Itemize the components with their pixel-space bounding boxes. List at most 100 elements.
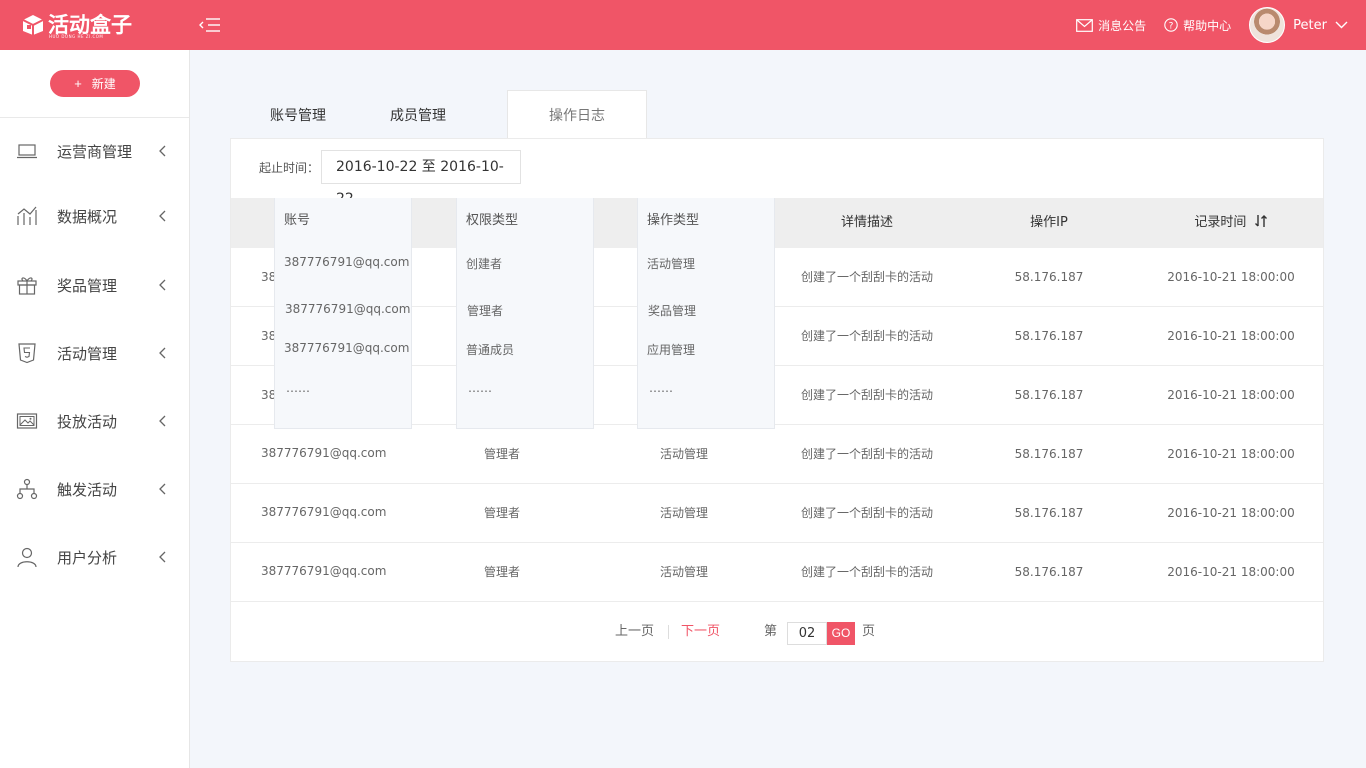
dropdown-option[interactable]: …… (468, 381, 492, 395)
page-suffix: 页 (862, 624, 876, 639)
image-icon (16, 413, 38, 429)
sidebar-item-activities[interactable]: 活动管理 (0, 333, 190, 373)
html5-icon (18, 343, 36, 364)
cell-role: 管理者 (483, 447, 520, 461)
cell-description: 创建了一个刮刮卡的活动 (800, 565, 933, 579)
logo-subtext: HUO DONG HE ZI.COM (49, 34, 104, 39)
cell-operation: 活动管理 (659, 565, 708, 579)
dropdown-option[interactable]: 创建者 (466, 255, 502, 272)
avatar[interactable] (1249, 7, 1286, 43)
plus-icon: + (74, 76, 82, 91)
dropdown-option[interactable]: 管理者 (467, 302, 503, 319)
dropdown-option[interactable]: 387776791@qq.com (284, 341, 409, 355)
cell-ip: 58.176.187 (1014, 329, 1084, 343)
column-header-time[interactable]: 记录时间 (1139, 198, 1323, 248)
chevron-left-icon (159, 210, 166, 222)
sidebar-item-label: 活动管理 (57, 344, 118, 363)
table-row[interactable]: 387776791@qq.com 管理者 活动管理 创建了一个刮刮卡的活动 58… (231, 484, 1323, 543)
sidebar: + 新建 运营商管理 数据概况 奖品管理 活动管理 投放活动 触发活动 用户分析 (0, 50, 190, 768)
role-filter-dropdown: 权限类型 创建者 管理者 普通成员 …… (456, 198, 594, 429)
cell-account: 387776791@qq.com (261, 564, 387, 578)
help-icon: ? (1164, 18, 1178, 32)
chevron-down-icon[interactable] (1335, 21, 1348, 29)
sidebar-item-data[interactable]: 数据概况 (0, 196, 190, 236)
dropdown-header[interactable]: 操作类型 (647, 198, 699, 243)
sidebar-item-users[interactable]: 用户分析 (0, 537, 190, 577)
table-row[interactable]: 387776791@qq.com 管理者 活动管理 创建了一个刮刮卡的活动 58… (231, 425, 1323, 484)
dropdown-option[interactable]: 387776791@qq.com (285, 302, 410, 316)
cell-account: 387776791@qq.com (261, 505, 387, 519)
date-range-input[interactable]: 2016-10-22 至 2016-10-22 (321, 150, 521, 207)
prev-page-button[interactable]: 上一页 (615, 603, 654, 661)
dropdown-option[interactable]: …… (649, 381, 673, 395)
cell-time: 2016-10-21 18:00:00 (1167, 506, 1295, 520)
user-name[interactable]: Peter (1293, 18, 1327, 33)
sidebar-item-trigger[interactable]: 触发活动 (0, 469, 190, 509)
page-prefix: 第 (764, 624, 778, 639)
cell-description: 创建了一个刮刮卡的活动 (800, 447, 933, 461)
cell-role: 管理者 (483, 565, 520, 579)
date-range-label: 起止时间： (259, 161, 320, 175)
account-filter-dropdown: 账号 387776791@qq.com 387776791@qq.com 387… (274, 198, 412, 429)
page-number-input[interactable]: 02 (787, 622, 827, 645)
sidebar-item-label: 运营商管理 (57, 142, 133, 161)
dropdown-option[interactable]: 活动管理 (647, 255, 695, 272)
table-row[interactable]: 387776791@qq.com 管理者 活动管理 创建了一个刮刮卡的活动 58… (231, 543, 1323, 602)
dropdown-header[interactable]: 账号 (284, 198, 310, 243)
dropdown-option[interactable]: 应用管理 (647, 341, 695, 358)
network-icon (16, 478, 38, 500)
cell-time: 2016-10-21 18:00:00 (1167, 447, 1295, 461)
cell-time: 2016-10-21 18:00:00 (1167, 388, 1295, 402)
cell-account: 387776791@qq.com (261, 446, 387, 460)
cell-ip: 58.176.187 (1014, 565, 1084, 579)
user-icon (17, 547, 37, 568)
menu-collapse-icon[interactable] (199, 17, 221, 33)
tab-account-management[interactable]: 账号管理 (258, 90, 338, 139)
go-button[interactable]: GO (827, 622, 855, 645)
cell-time: 2016-10-21 18:00:00 (1167, 270, 1295, 284)
sidebar-item-launch[interactable]: 投放活动 (0, 401, 190, 441)
dropdown-option[interactable]: …… (286, 381, 310, 395)
tab-operation-log[interactable]: 操作日志 (507, 90, 647, 139)
sidebar-item-label: 用户分析 (57, 548, 118, 567)
new-button[interactable]: + 新建 (50, 70, 140, 97)
cell-description: 创建了一个刮刮卡的活动 (800, 329, 933, 343)
dropdown-option[interactable]: 奖品管理 (648, 302, 696, 319)
sidebar-item-operators[interactable]: 运营商管理 (0, 131, 190, 171)
cell-operation: 活动管理 (659, 447, 708, 461)
chevron-left-icon (159, 347, 166, 359)
envelope-icon (1076, 18, 1094, 32)
sidebar-item-prizes[interactable]: 奖品管理 (0, 265, 190, 305)
cell-ip: 58.176.187 (1014, 270, 1084, 284)
cell-time: 2016-10-21 18:00:00 (1167, 565, 1295, 579)
sort-icon[interactable] (1254, 215, 1268, 227)
new-button-label: 新建 (91, 77, 116, 91)
chevron-left-icon (159, 483, 166, 495)
operation-filter-dropdown: 操作类型 活动管理 奖品管理 应用管理 …… (637, 198, 775, 429)
sidebar-item-label: 数据概况 (57, 207, 118, 226)
cell-description: 创建了一个刮刮卡的活动 (800, 388, 933, 402)
column-header-ip: 操作IP (1030, 215, 1068, 230)
messages-link[interactable]: 消息公告 (1076, 17, 1146, 34)
dropdown-option[interactable]: 普通成员 (466, 341, 514, 358)
dropdown-header[interactable]: 权限类型 (466, 198, 518, 243)
tab-member-management[interactable]: 成员管理 (378, 90, 458, 139)
top-bar: 活动盒子 HUO DONG HE ZI.COM 消息公告 ? 帮助中心 Pete… (0, 0, 1366, 50)
pagination: 上一页 下一页 第 02 GO 页 (231, 603, 1323, 661)
cell-role: 管理者 (483, 506, 520, 520)
sidebar-item-label: 奖品管理 (57, 276, 118, 295)
cell-ip: 58.176.187 (1014, 506, 1084, 520)
sidebar-item-label: 触发活动 (57, 480, 118, 499)
svg-text:?: ? (1169, 22, 1174, 32)
cell-time: 2016-10-21 18:00:00 (1167, 329, 1295, 343)
cell-ip: 58.176.187 (1014, 388, 1084, 402)
dropdown-option[interactable]: 387776791@qq.com (284, 255, 409, 269)
column-header-description: 详情描述 (840, 215, 893, 230)
logo[interactable]: 活动盒子 HUO DONG HE ZI.COM (22, 10, 132, 40)
gift-icon (17, 277, 37, 295)
help-link[interactable]: ? 帮助中心 (1164, 17, 1231, 34)
new-button-area: + 新建 (0, 50, 189, 118)
sidebar-item-label: 投放活动 (57, 412, 118, 431)
next-page-button[interactable]: 下一页 (681, 603, 720, 661)
column-header-time-label: 记录时间 (1194, 215, 1247, 230)
